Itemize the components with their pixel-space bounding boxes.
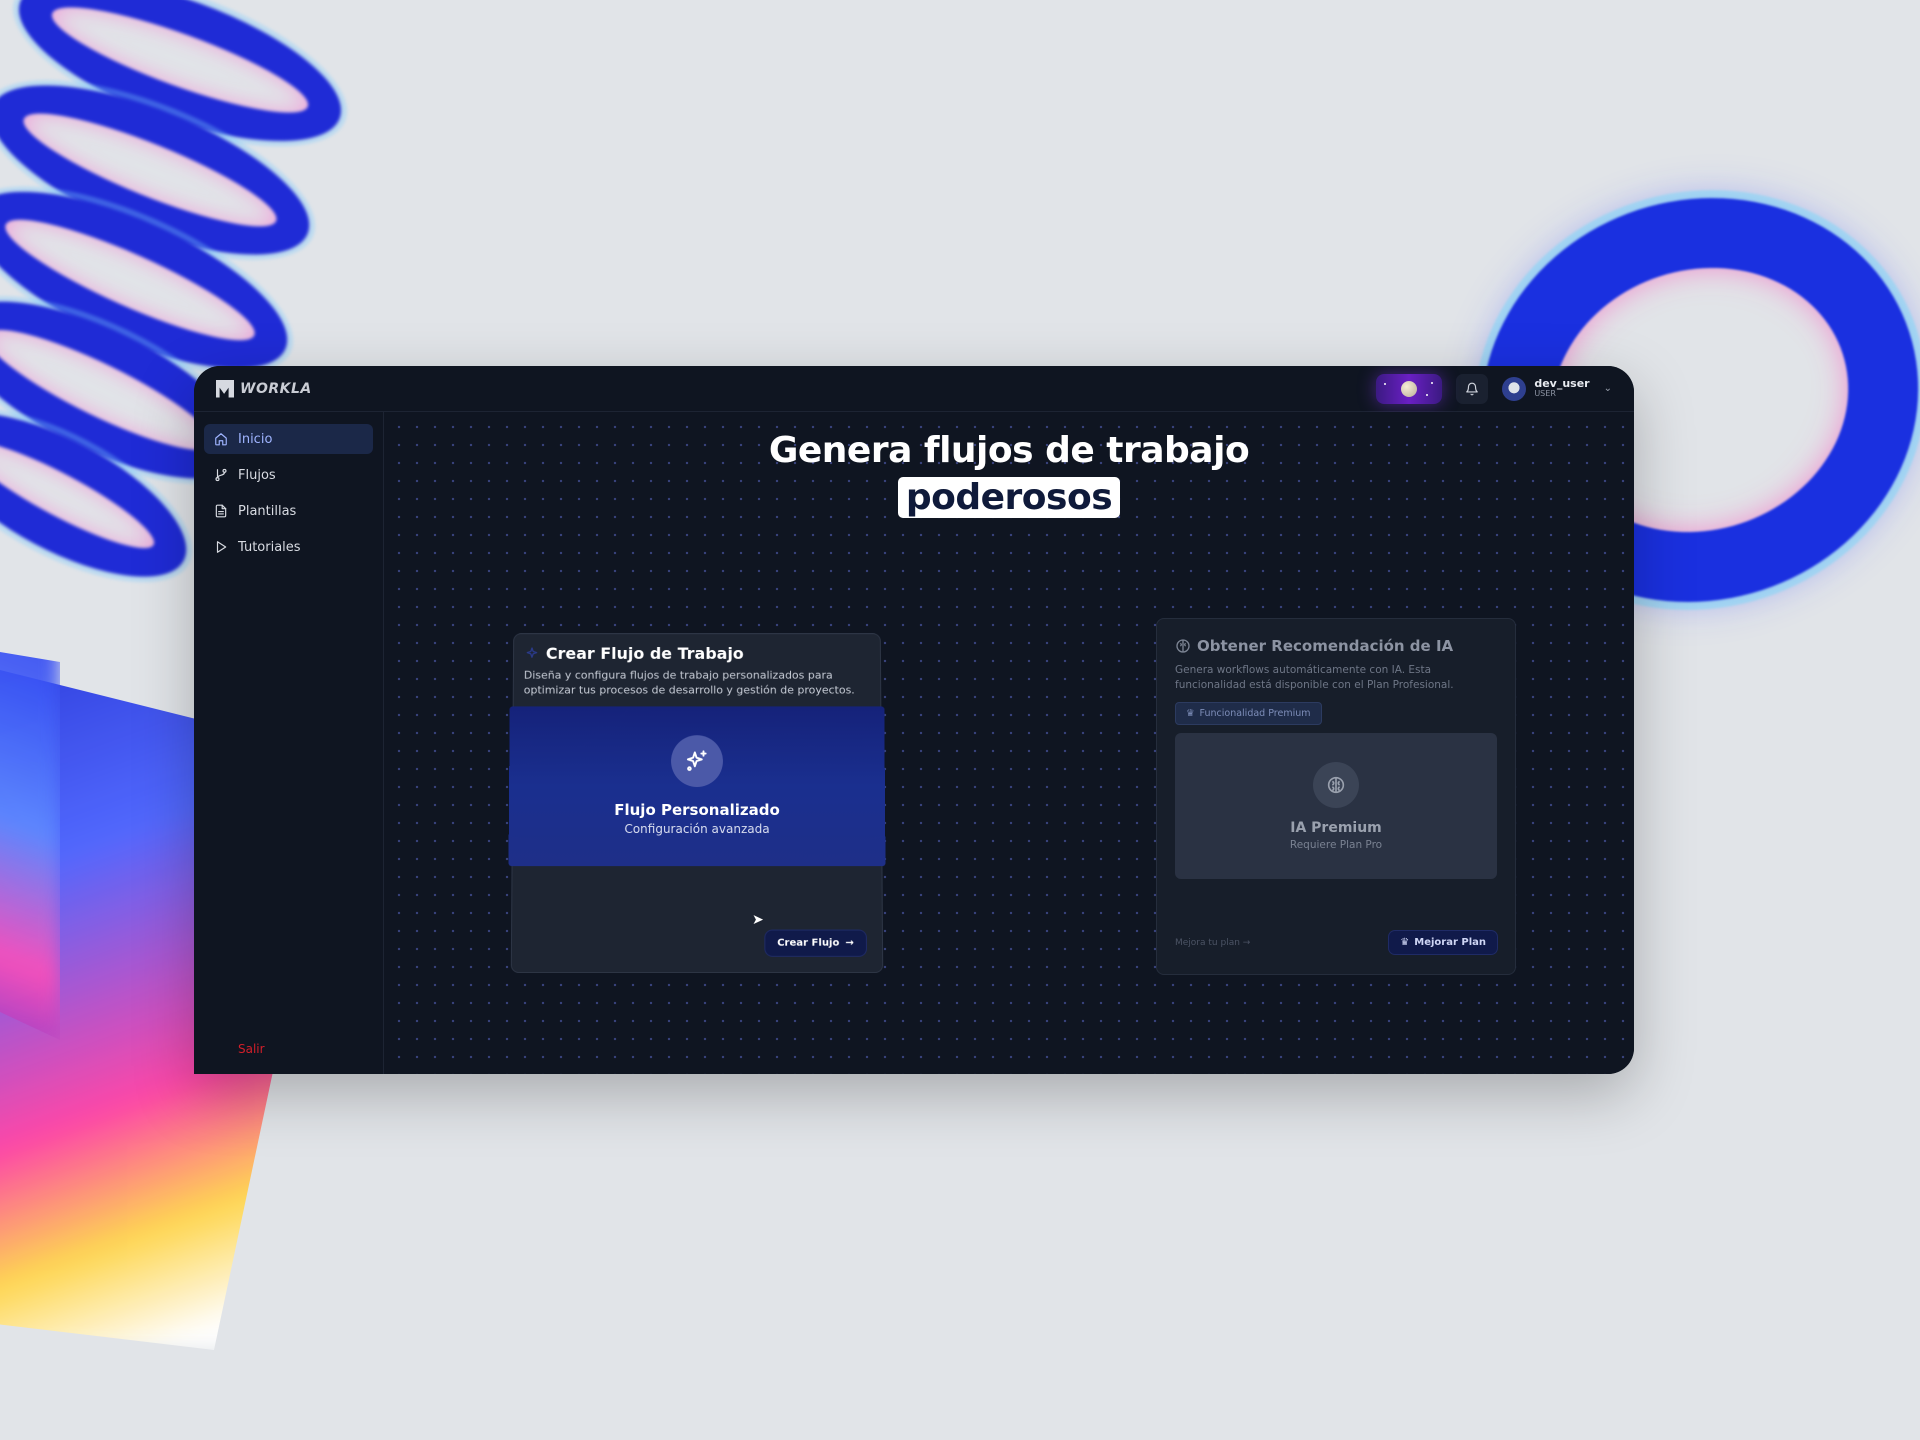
sidebar-item-label: Plantillas	[238, 503, 297, 519]
top-bar: WORKLA dev_user USER ⌄	[194, 366, 1634, 412]
create-flow-label: Crear Flujo	[777, 937, 840, 949]
card-title: Crear Flujo de Trabajo	[545, 644, 744, 663]
feature-title: IA Premium	[1290, 819, 1382, 836]
create-flow-button[interactable]: Crear Flujo →	[765, 930, 867, 956]
upgrade-plan-link[interactable]: Mejora tu plan →	[1175, 938, 1250, 948]
sidebar-item-label: Tutoriales	[238, 539, 301, 555]
mouse-cursor-icon: ➤	[752, 912, 764, 928]
sidebar-item-flujos[interactable]: Flujos	[204, 460, 373, 490]
app-window: WORKLA dev_user USER ⌄ Inicio Flujos Pla…	[194, 366, 1634, 1074]
ai-premium-option: IA Premium Requiere Plan Pro	[1175, 733, 1497, 880]
main-content: Genera flujos de trabajo poderosos Crear…	[384, 412, 1634, 1074]
notifications-button[interactable]	[1456, 373, 1489, 404]
hero-title: Genera flujos de trabajo	[768, 430, 1250, 471]
upgrade-plan-button[interactable]: ♛ Mejorar Plan	[1389, 931, 1497, 954]
logo-text: WORKLA	[240, 380, 312, 397]
hero-highlight: poderosos	[897, 477, 1121, 518]
card-description: Genera workflows automáticamente con IA.…	[1175, 664, 1454, 692]
avatar	[1502, 376, 1527, 401]
user-menu[interactable]: dev_user USER ⌄	[1502, 376, 1612, 401]
feature-title: Flujo Personalizado	[614, 801, 780, 820]
custom-flow-option[interactable]: Flujo Personalizado Configuración avanza…	[508, 706, 886, 866]
logout-link[interactable]: Salir	[238, 1042, 265, 1056]
sidebar-item-tutoriales[interactable]: Tutoriales	[204, 532, 373, 562]
sidebar-item-inicio[interactable]: Inicio	[204, 424, 373, 454]
brain-icon	[1313, 761, 1359, 808]
ai-recommendation-card: Obtener Recomendación de IA Genera workf…	[1156, 618, 1516, 975]
brain-icon	[1176, 639, 1190, 653]
sparkles-icon	[524, 646, 540, 662]
crown-icon: ♛	[1400, 937, 1410, 948]
premium-badge: ♛ Funcionalidad Premium	[1175, 702, 1322, 726]
theme-toggle[interactable]	[1376, 373, 1443, 404]
app-logo[interactable]: WORKLA	[216, 379, 312, 398]
hero: Genera flujos de trabajo poderosos	[384, 430, 1634, 518]
bell-icon	[1466, 382, 1479, 395]
sparkles-icon	[671, 735, 723, 788]
logo-mark-icon	[216, 379, 234, 398]
upgrade-plan-label: Mejorar Plan	[1414, 937, 1486, 948]
card-description: Diseña y configura flujos de trabajo per…	[523, 668, 855, 697]
arrow-right-icon: →	[845, 937, 854, 949]
sidebar-item-label: Flujos	[238, 467, 276, 483]
feature-subtitle: Requiere Plan Pro	[1289, 838, 1383, 851]
moon-icon	[1401, 380, 1418, 397]
user-role: USER	[1534, 389, 1556, 399]
sidebar-item-label: Inicio	[238, 431, 273, 447]
crown-icon: ♛	[1186, 708, 1195, 720]
card-title: Obtener Recomendación de IA	[1197, 637, 1454, 655]
premium-badge-label: Funcionalidad Premium	[1199, 708, 1311, 720]
create-workflow-card[interactable]: Crear Flujo de Trabajo Diseña y configur…	[508, 633, 886, 974]
home-icon	[215, 433, 227, 446]
sidebar: Inicio Flujos Plantillas Tutoriales Sali…	[194, 412, 384, 1074]
sidebar-item-plantillas[interactable]: Plantillas	[204, 496, 373, 526]
git-branch-icon	[215, 468, 227, 482]
play-icon	[216, 541, 227, 553]
feature-subtitle: Configuración avanzada	[624, 822, 770, 837]
chevron-down-icon: ⌄	[1603, 383, 1612, 394]
document-icon	[215, 504, 227, 518]
